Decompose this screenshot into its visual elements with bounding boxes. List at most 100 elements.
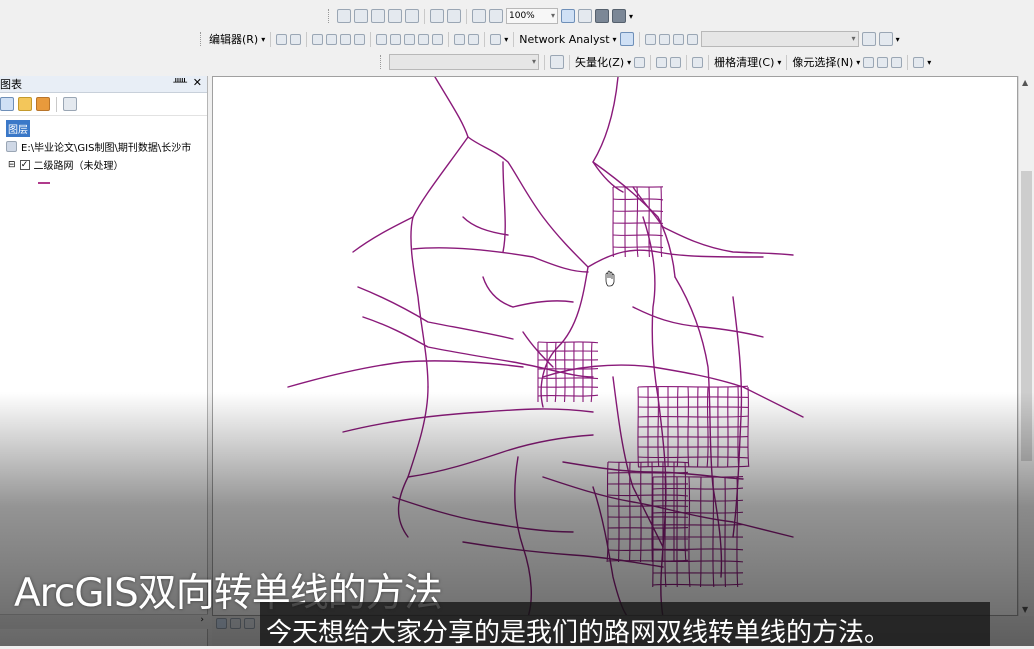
layout-view-icon[interactable] <box>230 618 241 629</box>
road <box>538 378 598 379</box>
road <box>515 457 532 616</box>
raster-cleanup-icon[interactable] <box>692 57 703 68</box>
road <box>653 512 743 513</box>
road <box>408 435 593 477</box>
find-connected-cells-icon[interactable] <box>891 57 902 68</box>
rotate-icon[interactable] <box>432 34 443 45</box>
toolbar-grip[interactable] <box>328 9 332 23</box>
cut-polygons-icon[interactable] <box>404 34 415 45</box>
toolbar-area: 100% ▾ ▾ 编辑器(R) ▾ ▾ Network Analys <box>0 0 1034 76</box>
vectorization-menu[interactable]: 矢量化(Z) <box>575 54 624 70</box>
edit-vertices-icon[interactable] <box>376 34 387 45</box>
folder-database-icon <box>6 141 17 152</box>
straight-segment-icon[interactable] <box>312 34 323 45</box>
network-analyst-menu[interactable]: Network Analyst <box>519 33 609 46</box>
road <box>483 277 513 307</box>
road <box>701 477 702 587</box>
layer-row[interactable]: ⊟ ✓ 二级路网（未处理） <box>8 157 124 172</box>
raster-layer-combo[interactable]: ▾ <box>389 54 539 70</box>
road <box>538 342 598 343</box>
trace-icon[interactable] <box>340 34 351 45</box>
toolbar-grip[interactable] <box>200 32 204 46</box>
split-icon[interactable] <box>418 34 429 45</box>
generate-features-icon[interactable] <box>634 57 645 68</box>
sketch-properties-icon[interactable] <box>468 34 479 45</box>
fixed-zoom-out-icon[interactable] <box>447 9 461 23</box>
toolbar-overflow-icon[interactable]: ▾ <box>504 35 508 44</box>
road <box>353 217 413 252</box>
pan-page-icon[interactable] <box>371 9 385 23</box>
cell-selection-menu[interactable]: 像元选择(N) <box>792 54 853 70</box>
zoom-whole-page-icon[interactable] <box>388 9 402 23</box>
map-view[interactable] <box>212 76 1018 616</box>
refresh-view-icon[interactable] <box>244 618 255 629</box>
edit-tool-icon[interactable] <box>276 34 287 45</box>
road <box>393 497 573 532</box>
zoom-value: 100% <box>509 11 535 21</box>
zoom-in-page-icon[interactable] <box>337 9 351 23</box>
toolbar-overflow-icon[interactable]: ▾ <box>629 12 633 21</box>
road <box>413 248 588 272</box>
network-dataset-combo[interactable]: ▾ <box>701 31 859 47</box>
network-layer-icon[interactable] <box>879 32 893 46</box>
list-by-drawing-order-icon[interactable] <box>0 97 14 111</box>
network-identify-icon[interactable] <box>659 34 670 45</box>
pin-icon[interactable]: ᚊ <box>173 77 187 88</box>
map-vertical-scrollbar[interactable]: ▲ ▼ <box>1018 76 1034 616</box>
road <box>613 235 663 236</box>
toolbar-overflow-icon[interactable]: ▾ <box>927 58 931 67</box>
select-connected-cells-icon[interactable] <box>863 57 874 68</box>
reshape-icon[interactable] <box>390 34 401 45</box>
edit-annotation-icon[interactable] <box>290 34 301 45</box>
toggle-draft-mode-icon[interactable] <box>561 9 575 23</box>
raster-cleanup-menu[interactable]: 栅格清理(C) <box>714 54 774 70</box>
scroll-up-icon[interactable]: ▲ <box>1022 78 1028 87</box>
toc-title: 图表 <box>0 76 22 92</box>
data-source-row[interactable]: E:\毕业论文\GIS制图\期刊数据\长沙市 <box>6 139 191 154</box>
collapse-icon[interactable]: ⊟ <box>8 160 16 170</box>
road <box>653 488 743 489</box>
list-by-source-icon[interactable] <box>18 97 32 111</box>
create-features-icon[interactable] <box>490 34 501 45</box>
raster-painting-icon[interactable] <box>670 57 681 68</box>
next-extent-icon[interactable] <box>489 9 503 23</box>
close-icon[interactable]: ✕ <box>193 76 202 89</box>
fixed-zoom-in-icon[interactable] <box>430 9 444 23</box>
layer-visibility-checkbox[interactable]: ✓ <box>20 160 30 170</box>
road <box>619 462 620 562</box>
list-by-visibility-icon[interactable] <box>36 97 50 111</box>
interactive-selection-icon[interactable] <box>877 57 888 68</box>
zoom-out-page-icon[interactable] <box>354 9 368 23</box>
scroll-down-icon[interactable]: ▼ <box>1022 605 1028 614</box>
chevron-down-icon: ▾ <box>532 57 536 66</box>
vectorization-trace-icon[interactable] <box>656 57 667 68</box>
previous-extent-icon[interactable] <box>472 9 486 23</box>
layer-name: 二级路网（未处理） <box>34 157 124 172</box>
attributes-icon[interactable] <box>454 34 465 45</box>
network-analyst-window-icon[interactable] <box>620 32 634 46</box>
layers-root[interactable]: 图层 <box>6 120 30 137</box>
build-network-icon[interactable] <box>673 34 684 45</box>
end-point-arc-icon[interactable] <box>326 34 337 45</box>
zoom-100-icon[interactable] <box>405 9 419 23</box>
data-driven-pages-icon[interactable] <box>612 9 626 23</box>
directions-icon[interactable] <box>687 34 698 45</box>
chevron-down-icon: ▾ <box>627 58 631 67</box>
data-view-icon[interactable] <box>216 618 227 629</box>
change-layout-icon[interactable] <box>595 9 609 23</box>
zoom-combo[interactable]: 100% ▾ <box>506 8 558 24</box>
list-by-selection-icon[interactable] <box>63 97 77 111</box>
road <box>399 387 428 537</box>
legend-line-swatch <box>38 182 50 184</box>
network-properties-icon[interactable] <box>862 32 876 46</box>
point-icon[interactable] <box>354 34 365 45</box>
editor-menu[interactable]: 编辑器(R) <box>209 31 258 47</box>
toolbar-grip[interactable] <box>380 55 384 69</box>
pin-icon[interactable] <box>913 57 924 68</box>
network-solve-icon[interactable] <box>645 34 656 45</box>
focus-data-frame-icon[interactable] <box>578 9 592 23</box>
toolbar-overflow-icon[interactable]: ▾ <box>896 35 900 44</box>
chevron-down-icon: ▾ <box>261 35 265 44</box>
scrollbar-thumb[interactable] <box>1021 171 1032 461</box>
raster-snapping-icon[interactable] <box>550 55 564 69</box>
